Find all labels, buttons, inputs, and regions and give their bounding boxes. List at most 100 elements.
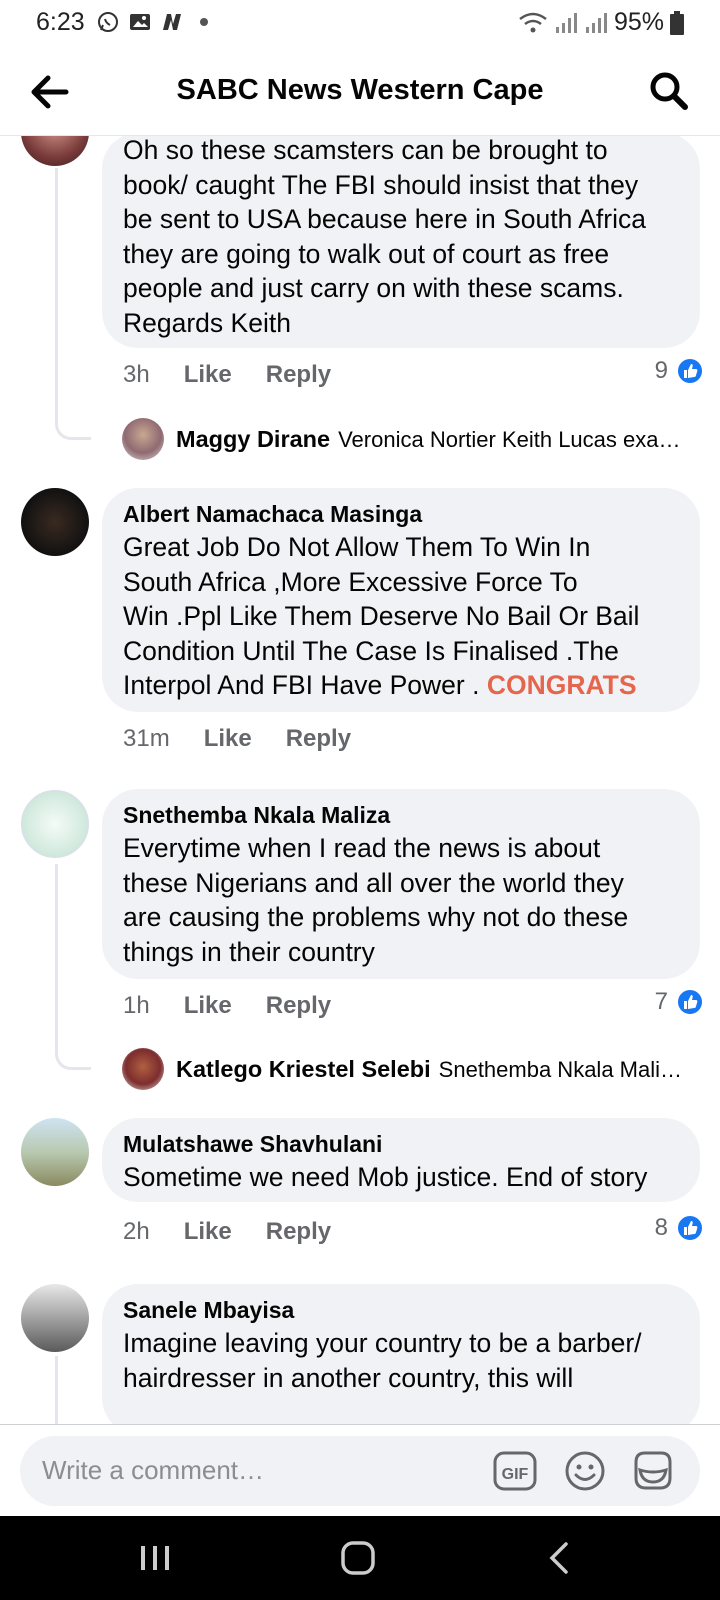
comment-time: 1h [123, 992, 150, 1019]
gif-icon[interactable]: GIF [492, 1448, 538, 1494]
reply-button[interactable]: Reply [286, 725, 351, 753]
reply-preview[interactable]: Katlego Kriestel Selebi Snethemba Nkala … [176, 1056, 686, 1083]
reply-snippet: Snethemba Nkala Mali… [438, 1057, 683, 1082]
system-nav-bar [0, 1516, 720, 1600]
like-thumb-icon [676, 357, 704, 385]
comment-bubble[interactable]: Mulatshawe Shavhulani Sometime we need M… [102, 1118, 700, 1202]
dot-icon [200, 18, 208, 26]
reply-button[interactable]: Reply [266, 361, 331, 389]
emoji-icon[interactable] [562, 1448, 608, 1494]
comment-text: Everytime when I read the news is about … [123, 831, 680, 969]
sticker-icon[interactable] [630, 1448, 676, 1494]
comment-line: South Africa ,More Excessive Force To [123, 566, 578, 597]
reply-author: Katlego Kriestel Selebi [176, 1056, 431, 1082]
wifi-icon [519, 12, 547, 32]
app-n-icon [163, 14, 181, 30]
like-button[interactable]: Like [184, 1218, 232, 1246]
comment-line: hairdresser in another country, this wil… [123, 1362, 574, 1393]
battery-percent: 95% [613, 8, 664, 36]
comment-line: Great Job Do Not Allow Them To Win In [123, 532, 591, 562]
highlight-text: CONGRATS [486, 670, 637, 701]
avatar[interactable] [21, 790, 89, 858]
like-count-value: 9 [654, 357, 668, 384]
signal-icon-2 [585, 12, 607, 33]
thread-line [55, 168, 91, 440]
page-header: SABC News Western Cape [0, 46, 720, 136]
comment-line: Imagine leaving your country to be a bar… [123, 1328, 642, 1358]
avatar[interactable] [21, 488, 89, 556]
battery-icon [670, 10, 684, 35]
comment-bubble[interactable]: Sanele Mbayisa Imagine leaving your coun… [102, 1284, 700, 1424]
reply-avatar[interactable] [122, 1048, 164, 1090]
notification-icons [96, 10, 216, 34]
recent-apps-icon[interactable] [135, 1540, 175, 1576]
like-count-value: 7 [654, 988, 668, 1015]
avatar[interactable] [21, 136, 89, 166]
avatar[interactable] [21, 1118, 89, 1186]
reply-button[interactable]: Reply [266, 992, 331, 1020]
like-button[interactable]: Like [184, 992, 232, 1020]
comment-line: Oh so these scamsters can be brought to [123, 136, 608, 165]
comment-text: Great Job Do Not Allow Them To Win In So… [123, 530, 680, 703]
comment-line: things in their country [123, 936, 375, 967]
comment-actions: 3h Like Reply [123, 361, 331, 389]
home-icon[interactable] [338, 1540, 378, 1576]
page-title: SABC News Western Cape [176, 74, 544, 106]
comment-actions: 2h Like Reply [123, 1218, 331, 1246]
comment-line: Everytime when I read the news is about [123, 833, 601, 863]
like-count[interactable]: 9 [655, 357, 704, 385]
comment-line: these Nigerians and all over the world t… [123, 867, 624, 898]
comment-line: they are going to walk out of court as f… [123, 238, 610, 269]
comment-line: Win .Ppl Like Them Deserve No Bail Or Ba… [123, 601, 640, 632]
thread-line [55, 864, 91, 1070]
comment-author[interactable]: Albert Namachaca Masinga [123, 498, 680, 530]
comment-bubble[interactable]: Snethemba Nkala Maliza Everytime when I … [102, 789, 700, 979]
like-thumb-icon [676, 988, 704, 1016]
signal-icon [555, 12, 577, 33]
like-button[interactable]: Like [204, 725, 252, 753]
like-thumb-icon [676, 1214, 704, 1242]
comment-bubble[interactable]: Albert Namachaca Masinga Great Job Do No… [102, 488, 700, 712]
comment-bubble[interactable]: Oh so these scamsters can be brought to … [102, 136, 700, 348]
comments-feed[interactable]: Oh so these scamsters can be brought to … [0, 136, 720, 1424]
comment-author[interactable]: Snethemba Nkala Maliza [123, 799, 680, 831]
comment-line: people and just carry on with these scam… [123, 273, 624, 304]
reply-author: Maggy Dirane [176, 426, 331, 452]
reply-avatar[interactable] [122, 418, 164, 460]
reply-button[interactable]: Reply [266, 1218, 331, 1246]
comment-line-text: Interpol And FBI Have Power . [123, 670, 480, 701]
comment-time: 2h [123, 1218, 150, 1245]
comment-text: Sometime we need Mob justice. End of sto… [123, 1160, 680, 1195]
like-count-value: 8 [654, 1214, 668, 1241]
back-nav-icon[interactable] [540, 1540, 580, 1576]
like-button[interactable]: Like [184, 361, 232, 389]
comment-time: 31m [123, 725, 170, 752]
status-time: 6:23 [36, 8, 85, 36]
comment-time: 3h [123, 361, 150, 388]
comment-author[interactable]: Mulatshawe Shavhulani [123, 1128, 680, 1160]
whatsapp-icon [98, 12, 118, 32]
status-bar: 6:23 95% [0, 0, 720, 46]
comment-line: be sent to USA because here in South Afr… [123, 204, 646, 235]
reply-snippet: Veronica Nortier Keith Lucas exa… [338, 427, 681, 452]
comment-line: Sometime we need Mob justice. End of sto… [123, 1162, 648, 1192]
status-right: 95% [518, 8, 684, 37]
gallery-icon [130, 14, 150, 30]
avatar[interactable] [21, 1284, 89, 1352]
like-count[interactable]: 8 [655, 1214, 704, 1242]
comment-line: book/ caught The FBI should insist that … [123, 169, 639, 200]
like-count[interactable]: 7 [655, 988, 704, 1016]
comment-line: Interpol And FBI Have Power . CONGRATS [123, 668, 680, 703]
gif-label: GIF [502, 1466, 529, 1483]
comment-input[interactable]: Write a comment… GIF [20, 1436, 700, 1506]
comment-actions: 31m Like Reply [123, 725, 351, 753]
comment-text: Oh so these scamsters can be brought to … [123, 136, 680, 341]
comment-text: Imagine leaving your country to be a bar… [123, 1326, 680, 1395]
comment-line: Regards Keith [123, 307, 291, 338]
search-icon[interactable] [648, 70, 690, 112]
comment-actions: 1h Like Reply [123, 992, 331, 1020]
comment-author[interactable]: Sanele Mbayisa [123, 1294, 680, 1326]
comment-line: are causing the problems why not do thes… [123, 902, 629, 933]
thread-line [55, 1356, 58, 1424]
reply-preview[interactable]: Maggy Dirane Veronica Nortier Keith Luca… [176, 426, 686, 453]
